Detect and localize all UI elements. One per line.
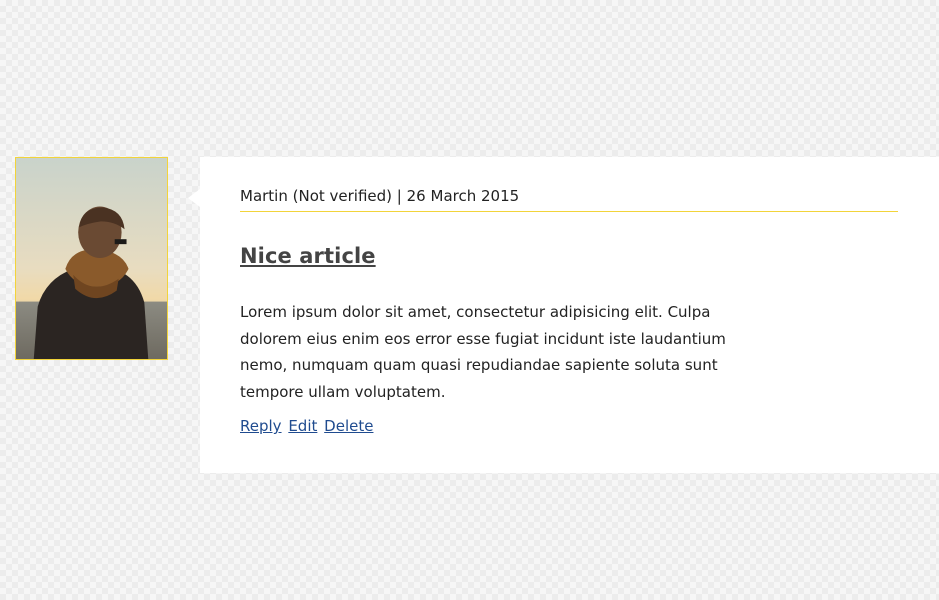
reply-link[interactable]: Reply [240, 417, 282, 435]
author-avatar [15, 157, 168, 360]
edit-link[interactable]: Edit [288, 417, 317, 435]
comment-actions: Reply Edit Delete [240, 415, 898, 437]
comment-title-link[interactable]: Nice article [240, 243, 376, 269]
delete-link[interactable]: Delete [324, 417, 373, 435]
meta-separator: | [396, 187, 402, 205]
comment-author: Martin (Not verified) [240, 187, 393, 205]
comment-card: Martin (Not verified) | 26 March 2015 Ni… [188, 157, 939, 473]
avatar-photo [16, 158, 167, 359]
comment-body: Lorem ipsum dolor sit amet, consectetur … [240, 303, 726, 401]
comment-date: 26 March 2015 [406, 187, 520, 205]
comment-meta: Martin (Not verified) | 26 March 2015 [240, 185, 898, 212]
